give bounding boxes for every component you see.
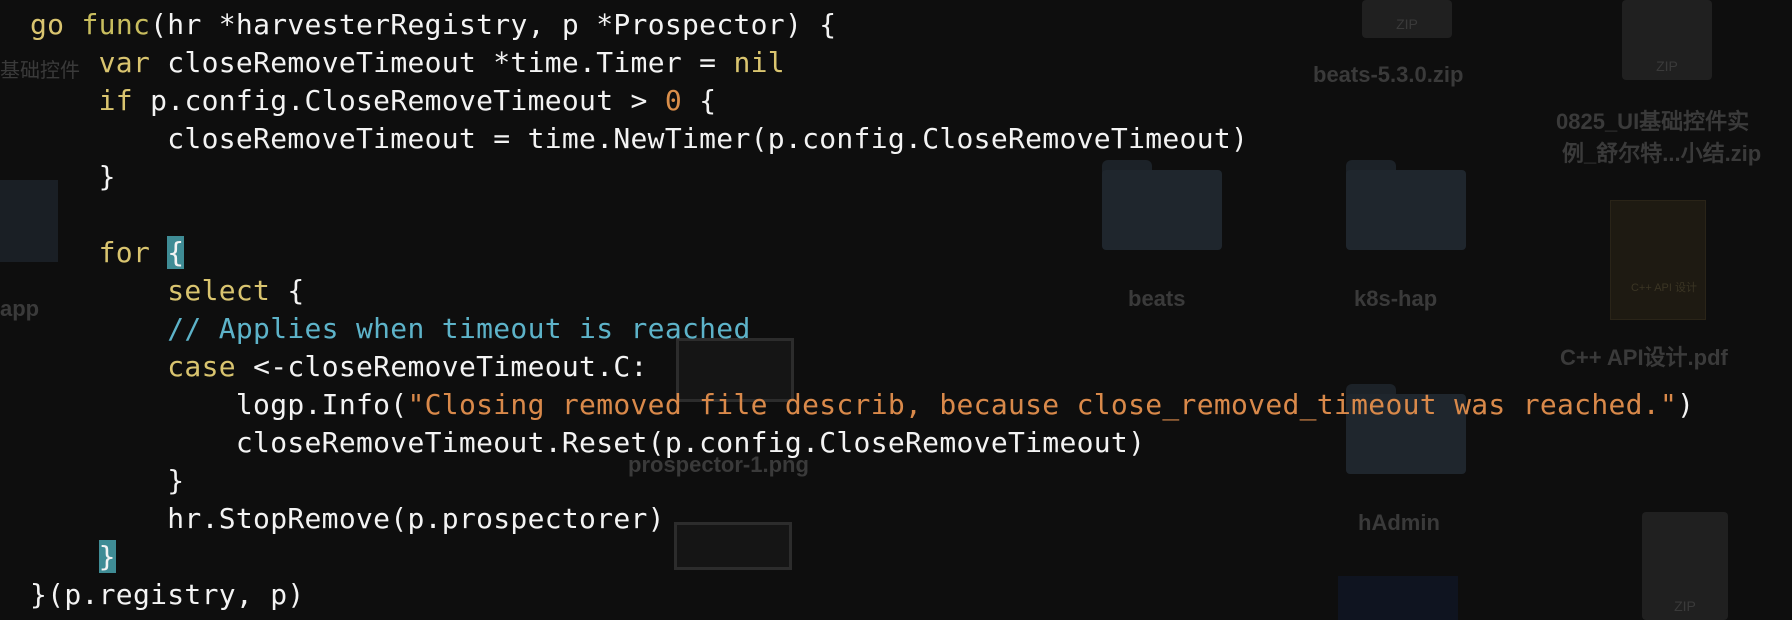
code-line-1: go func(hr *harvesterRegistry, p *Prospe… [30,6,1694,44]
func-signature: (hr *harvesterRegistry, p *Prospector) { [150,8,837,41]
keyword-nil: nil [733,46,785,79]
code-line-12: closeRemoveTimeout.Reset(p.config.CloseR… [30,424,1694,462]
matched-close-brace: } [98,540,116,573]
number-literal: 0 [664,84,683,117]
keyword-go: go [30,8,65,41]
code-block: go func(hr *harvesterRegistry, p *Prospe… [30,6,1694,614]
log-call-close: ) [1677,388,1695,421]
if-open-brace: { [682,84,717,117]
keyword-case: case [167,350,236,383]
timer-reset-call: closeRemoveTimeout.Reset(p.config.CloseR… [235,426,1146,459]
string-literal: "Closing removed file describ, because c… [407,388,1678,421]
code-comment: // Applies when timeout is reached [167,312,751,345]
code-line-5: } [30,158,1694,196]
code-line-15: } [30,538,1694,576]
code-line-2: var closeRemoveTimeout *time.Timer = nil [30,44,1694,82]
code-line-10: case <-closeRemoveTimeout.C: [30,348,1694,386]
matched-open-brace: { [167,236,185,269]
code-line-11: logp.Info("Closing removed file describ,… [30,386,1694,424]
log-call-open: logp.Info( [235,388,408,421]
keyword-var: var [98,46,151,79]
if-condition: p.config.CloseRemoveTimeout > [132,84,665,117]
func-invocation: }(p.registry, p) [30,578,305,611]
keyword-func: func [81,8,151,41]
terminal-window[interactable]: go func(hr *harvesterRegistry, p *Prospe… [0,0,1792,620]
code-line-4: closeRemoveTimeout = time.NewTimer(p.con… [30,120,1694,158]
code-line-13: } [30,462,1694,500]
select-open-brace: { [270,274,305,307]
code-line-7: for { [30,234,1694,272]
case-expression: <-closeRemoveTimeout.C: [235,350,648,383]
var-declaration: closeRemoveTimeout *time.Timer = [150,46,734,79]
select-close-brace: } [167,464,185,497]
timer-assignment: closeRemoveTimeout = time.NewTimer(p.con… [167,122,1249,155]
code-line-3: if p.config.CloseRemoveTimeout > 0 { [30,82,1694,120]
keyword-select: select [167,274,271,307]
stop-remove-call: hr.StopRemove(p.prospectorer) [167,502,665,535]
keyword-if: if [98,84,133,117]
keyword-for: for [98,236,151,269]
code-line-14: hr.StopRemove(p.prospectorer) [30,500,1694,538]
if-close-brace: } [98,160,116,193]
code-line-8: select { [30,272,1694,310]
code-line-16: }(p.registry, p) [30,576,1694,614]
code-line-9: // Applies when timeout is reached [30,310,1694,348]
